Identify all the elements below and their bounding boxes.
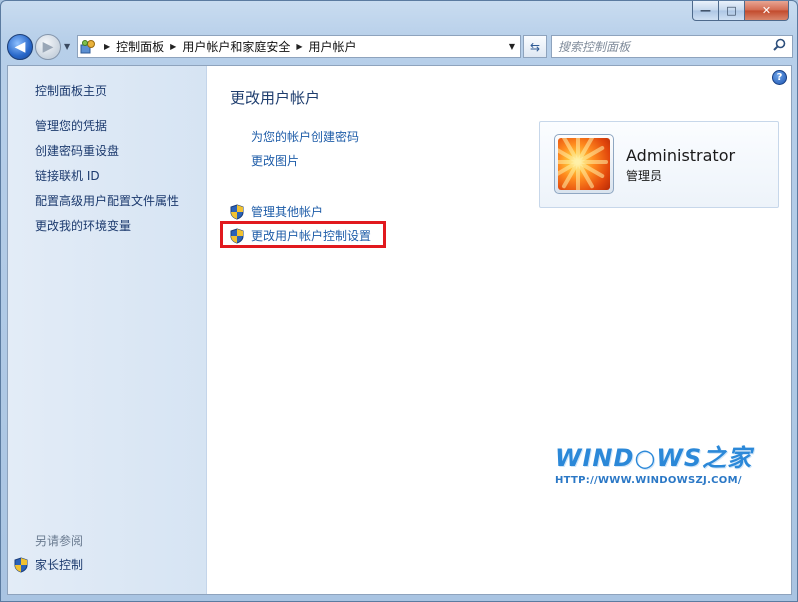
uac-shield-icon: [229, 203, 244, 220]
breadcrumb-user-accounts-family-safety[interactable]: 用户帐户和家庭安全: [182, 38, 290, 55]
minimize-button[interactable]: —: [692, 1, 719, 21]
sidebar-item-link-online-id[interactable]: 链接联机 ID: [35, 167, 100, 184]
uac-shield-icon: [13, 556, 28, 573]
search-icon[interactable]: [773, 38, 786, 55]
manage-other-accounts-label[interactable]: 管理其他帐户: [251, 203, 323, 220]
address-dropdown-icon[interactable]: ▼: [504, 42, 520, 51]
uac-shield-icon: [229, 227, 244, 244]
forward-button[interactable]: ▶: [35, 34, 61, 60]
account-role: 管理员: [626, 169, 663, 183]
account-name: Administrator: [626, 146, 736, 165]
sidebar-item-advanced-profile-properties[interactable]: 配置高级用户配置文件属性: [35, 192, 179, 209]
forward-arrow-icon: ▶: [42, 39, 54, 55]
manage-other-accounts-link[interactable]: 管理其他帐户: [229, 203, 323, 220]
page-title: 更改用户帐户: [230, 89, 321, 107]
watermark-logo-text: WIND○WS之家: [555, 444, 753, 472]
create-password-link[interactable]: 为您的帐户创建密码: [251, 128, 359, 145]
content-area: 控制面板主页 管理您的凭据 创建密码重设盘 链接联机 ID 配置高级用户配置文件…: [7, 65, 792, 595]
breadcrumb-separator-icon[interactable]: ▶: [170, 42, 176, 51]
navigation-bar: ◀ ▶ ▼ ▶ 控制面板 ▶ 用户帐户和家庭安全 ▶ 用户帐户 ▼ ⇆: [7, 34, 793, 60]
breadcrumb-control-panel[interactable]: 控制面板: [116, 38, 164, 55]
sidebar-item-parental-controls[interactable]: 家长控制: [13, 556, 83, 573]
account-card: Administrator 管理员: [539, 121, 779, 208]
search-box[interactable]: [551, 35, 793, 58]
change-uac-settings-link[interactable]: 更改用户帐户控制设置: [229, 227, 371, 244]
sidebar-item-create-password-reset-disk[interactable]: 创建密码重设盘: [35, 142, 119, 159]
change-uac-settings-label[interactable]: 更改用户帐户控制设置: [251, 227, 371, 244]
back-button[interactable]: ◀: [7, 34, 33, 60]
breadcrumb-separator-icon[interactable]: ▶: [296, 42, 302, 51]
avatar[interactable]: [554, 134, 614, 194]
maximize-button[interactable]: □: [719, 1, 745, 21]
change-picture-link[interactable]: 更改图片: [251, 152, 299, 169]
back-arrow-icon: ◀: [14, 39, 26, 55]
help-button[interactable]: ?: [772, 70, 787, 85]
recent-pages-dropdown[interactable]: ▼: [64, 42, 70, 51]
sidebar-item-environment-variables[interactable]: 更改我的环境变量: [35, 217, 131, 234]
sidebar-item-control-panel-home[interactable]: 控制面板主页: [35, 82, 107, 99]
control-panel-icon: [78, 36, 98, 57]
address-bar[interactable]: ▶ 控制面板 ▶ 用户帐户和家庭安全 ▶ 用户帐户 ▼: [77, 35, 521, 58]
watermark-url: HTTP://WWW.WINDOWSZJ.COM/: [555, 475, 742, 486]
refresh-button[interactable]: ⇆: [523, 35, 547, 58]
sidebar: 控制面板主页 管理您的凭据 创建密码重设盘 链接联机 ID 配置高级用户配置文件…: [8, 66, 207, 594]
caption-buttons: — □ ✕: [692, 1, 789, 21]
close-button[interactable]: ✕: [745, 1, 789, 21]
flower-picture-icon: [558, 138, 610, 190]
main-panel: ? 更改用户帐户 为您的帐户创建密码 更改图片 管理其他帐户 更改用户帐户控制设…: [207, 66, 791, 594]
control-panel-window: — □ ✕ ◀ ▶ ▼ ▶ 控制面板 ▶ 用户帐户和家庭安全 ▶ 用户帐户 ▼ …: [0, 0, 798, 602]
search-input[interactable]: [558, 39, 773, 54]
see-also-heading: 另请参阅: [35, 534, 84, 548]
breadcrumb-separator-icon[interactable]: ▶: [104, 42, 110, 51]
refresh-icon: ⇆: [529, 39, 541, 54]
watermark-logo: WIND○WS之家 HTTP://WWW.WINDOWSZJ.COM/: [555, 438, 752, 486]
breadcrumb-user-accounts[interactable]: 用户帐户: [309, 38, 357, 55]
sidebar-item-manage-credentials[interactable]: 管理您的凭据: [35, 117, 107, 134]
parental-controls-label[interactable]: 家长控制: [35, 556, 83, 573]
